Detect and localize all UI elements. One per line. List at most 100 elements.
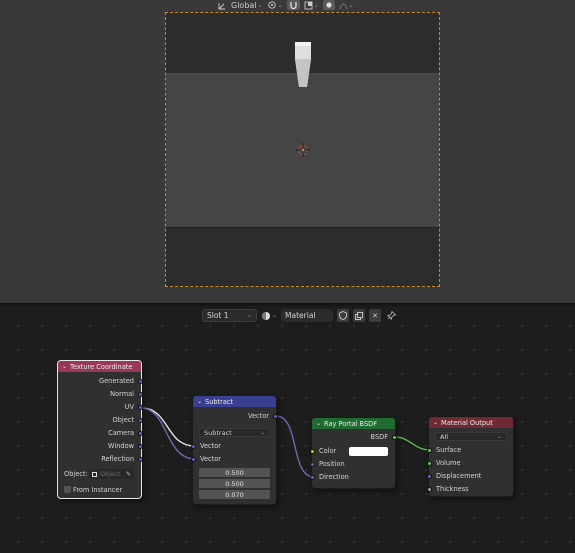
output-vector: Vector (247, 412, 269, 420)
chevron-down-icon[interactable]: ⌄ (197, 398, 202, 405)
pivot-icon (267, 1, 276, 9)
node-title: Texture Coordinate (70, 362, 133, 371)
browse-material-button[interactable]: ⌄ (261, 311, 277, 321)
chevron-down-icon: ⌄ (246, 312, 252, 319)
object-placeholder: Object (100, 470, 121, 478)
unlink-material-button[interactable]: ✕ (369, 309, 382, 322)
orientation-axes-icon (218, 2, 225, 9)
socket-input-displacement[interactable] (426, 473, 432, 479)
socket-object[interactable] (138, 417, 143, 423)
target-label: All (440, 432, 449, 441)
input-thickness: Thickness (436, 485, 469, 493)
vector-y-field[interactable]: 0.500 (199, 479, 270, 488)
cube-object[interactable] (295, 41, 311, 87)
duplicate-icon (355, 311, 363, 320)
orientation-label: Global (231, 0, 257, 10)
socket-normal[interactable] (138, 391, 143, 397)
input-color: Color (319, 447, 337, 455)
vector-x-field[interactable]: 0.500 (199, 468, 270, 477)
vector-math-subtract-node[interactable]: ⌄ Subtract Vector Subtract ⌄ Vector Vect… (190, 396, 278, 504)
node-header[interactable]: ⌄ Texture Coordinate (58, 361, 141, 372)
socket-input-vector-b[interactable] (190, 456, 196, 462)
duplicate-material-button[interactable] (353, 309, 366, 322)
magnet-icon (289, 1, 297, 9)
socket-input-position[interactable] (309, 461, 315, 467)
pin-icon (386, 311, 396, 320)
node-header[interactable]: ⌄ Ray Portal BSDF (312, 418, 395, 429)
shield-icon (339, 311, 347, 320)
node-title: Ray Portal BSDF (324, 419, 378, 428)
chevron-down-icon: ⌄ (277, 1, 283, 9)
color-swatch[interactable] (349, 446, 388, 456)
output-bsdf: BSDF (370, 433, 388, 441)
node-editor-header: Slot 1 ⌄ ⌄ Material ✕ (202, 309, 397, 322)
snap-increment-icon (304, 1, 313, 9)
falloff-curve-icon (339, 3, 348, 9)
from-instancer-label: From Instancer (73, 485, 123, 494)
socket-input-volume[interactable] (426, 460, 432, 466)
link-uv-to-vector-b (140, 407, 196, 460)
socket-camera[interactable] (138, 430, 143, 436)
link-bsdf-to-surface (394, 436, 431, 451)
socket-window[interactable] (138, 443, 143, 449)
chevron-down-icon: ⌄ (313, 1, 319, 9)
socket-reflection[interactable] (138, 456, 143, 462)
material-slot-dropdown[interactable]: Slot 1 ⌄ (202, 309, 257, 322)
proportional-editing-toggle[interactable] (322, 0, 335, 10)
socket-uv[interactable] (138, 404, 143, 410)
object-picker-field[interactable]: Object ✎ (89, 469, 134, 479)
chevron-down-icon: ⌄ (259, 429, 265, 436)
socket-input-color[interactable] (309, 448, 315, 454)
socket-generated[interactable] (138, 378, 143, 384)
output-normal: Normal (110, 390, 134, 398)
operation-label: Subtract (204, 428, 232, 437)
object-cube-icon (92, 471, 97, 477)
target-dropdown[interactable]: All ⌄ (435, 432, 507, 441)
material-output-node[interactable]: ⌄ Material Output All ⌄ Surface Volume D… (426, 417, 513, 496)
material-sphere-icon (262, 311, 270, 320)
chevron-down-icon: ⌄ (257, 1, 263, 9)
socket-output-bsdf[interactable] (392, 434, 397, 440)
close-icon: ✕ (372, 311, 378, 320)
input-vector-a: Vector (200, 442, 222, 450)
input-volume: Volume (436, 459, 461, 467)
pivot-point-dropdown[interactable]: ⌄ (267, 0, 283, 10)
socket-input-surface[interactable] (426, 447, 432, 453)
proportional-falloff-dropdown[interactable]: ⌄ (339, 0, 354, 10)
node-header[interactable]: ⌄ Material Output (429, 417, 513, 428)
texture-coordinate-node[interactable]: ⌄ Texture Coordinate Generated Normal UV… (58, 361, 143, 498)
ray-portal-bsdf-node[interactable]: ⌄ Ray Portal BSDF BSDF Color Position Di… (309, 418, 397, 488)
output-window: Window (108, 442, 134, 450)
eyedropper-icon[interactable]: ✎ (126, 471, 131, 478)
socket-output-vector[interactable] (273, 413, 278, 419)
from-instancer-checkbox[interactable] (64, 486, 71, 493)
transform-orientation-dropdown[interactable]: Global ⌄ (218, 0, 263, 10)
pin-button[interactable] (385, 309, 397, 322)
node-header[interactable]: ⌄ Subtract (193, 396, 276, 407)
3d-viewport[interactable]: Global ⌄ ⌄ ⌄ ⌄ (0, 0, 575, 303)
input-vector-b: Vector (200, 455, 222, 463)
chevron-down-icon[interactable]: ⌄ (62, 363, 67, 370)
viewport-header: Global ⌄ ⌄ ⌄ ⌄ (218, 0, 354, 10)
operation-dropdown[interactable]: Subtract ⌄ (199, 428, 270, 437)
fake-user-button[interactable] (337, 309, 350, 322)
3d-cursor-icon (296, 143, 310, 157)
shader-node-editor[interactable]: Slot 1 ⌄ ⌄ Material ✕ ⌄ Texture Coordina… (0, 306, 575, 553)
camera-frame (165, 12, 440, 287)
socket-input-vector-a[interactable] (190, 443, 196, 449)
socket-input-direction[interactable] (309, 474, 315, 480)
node-title: Subtract (205, 397, 234, 406)
chevron-down-icon[interactable]: ⌄ (316, 420, 321, 427)
chevron-down-icon: ⌄ (272, 312, 278, 319)
link-vector-to-direction (275, 415, 315, 478)
socket-input-thickness[interactable] (426, 486, 432, 492)
output-generated: Generated (99, 377, 134, 385)
vector-z-field[interactable]: 0.070 (199, 490, 270, 499)
slot-label: Slot 1 (207, 311, 229, 320)
material-name-field[interactable]: Material (281, 309, 334, 322)
snap-target-dropdown[interactable]: ⌄ (304, 0, 319, 10)
input-direction: Direction (319, 473, 349, 481)
chevron-down-icon[interactable]: ⌄ (433, 419, 438, 426)
input-surface: Surface (436, 446, 462, 454)
snap-toggle[interactable] (286, 0, 300, 10)
